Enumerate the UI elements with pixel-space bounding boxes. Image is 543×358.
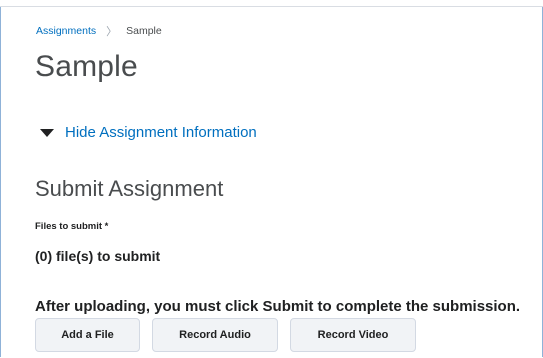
record-video-button[interactable]: Record Video (290, 318, 416, 352)
breadcrumb-separator: 〉 (106, 26, 118, 38)
breadcrumb: Assignments 〉 Sample (36, 23, 162, 39)
caret-down-icon (40, 128, 54, 137)
submit-notice: After uploading, you must click Submit t… (35, 298, 521, 315)
page-title: Sample (35, 50, 138, 83)
breadcrumb-assignments-link[interactable]: Assignments (36, 25, 96, 37)
hide-assignment-info-label[interactable]: Hide Assignment Information (65, 124, 257, 141)
top-bar (0, 0, 543, 7)
add-file-button[interactable]: Add a File (35, 318, 140, 352)
submit-assignment-heading: Submit Assignment (35, 176, 224, 201)
hide-assignment-info-toggle[interactable]: Hide Assignment Information (40, 124, 257, 141)
files-to-submit-label: Files to submit * (35, 221, 109, 232)
breadcrumb-current: Sample (126, 25, 162, 37)
record-audio-button[interactable]: Record Audio (152, 318, 278, 352)
files-count: (0) file(s) to submit (35, 248, 161, 264)
